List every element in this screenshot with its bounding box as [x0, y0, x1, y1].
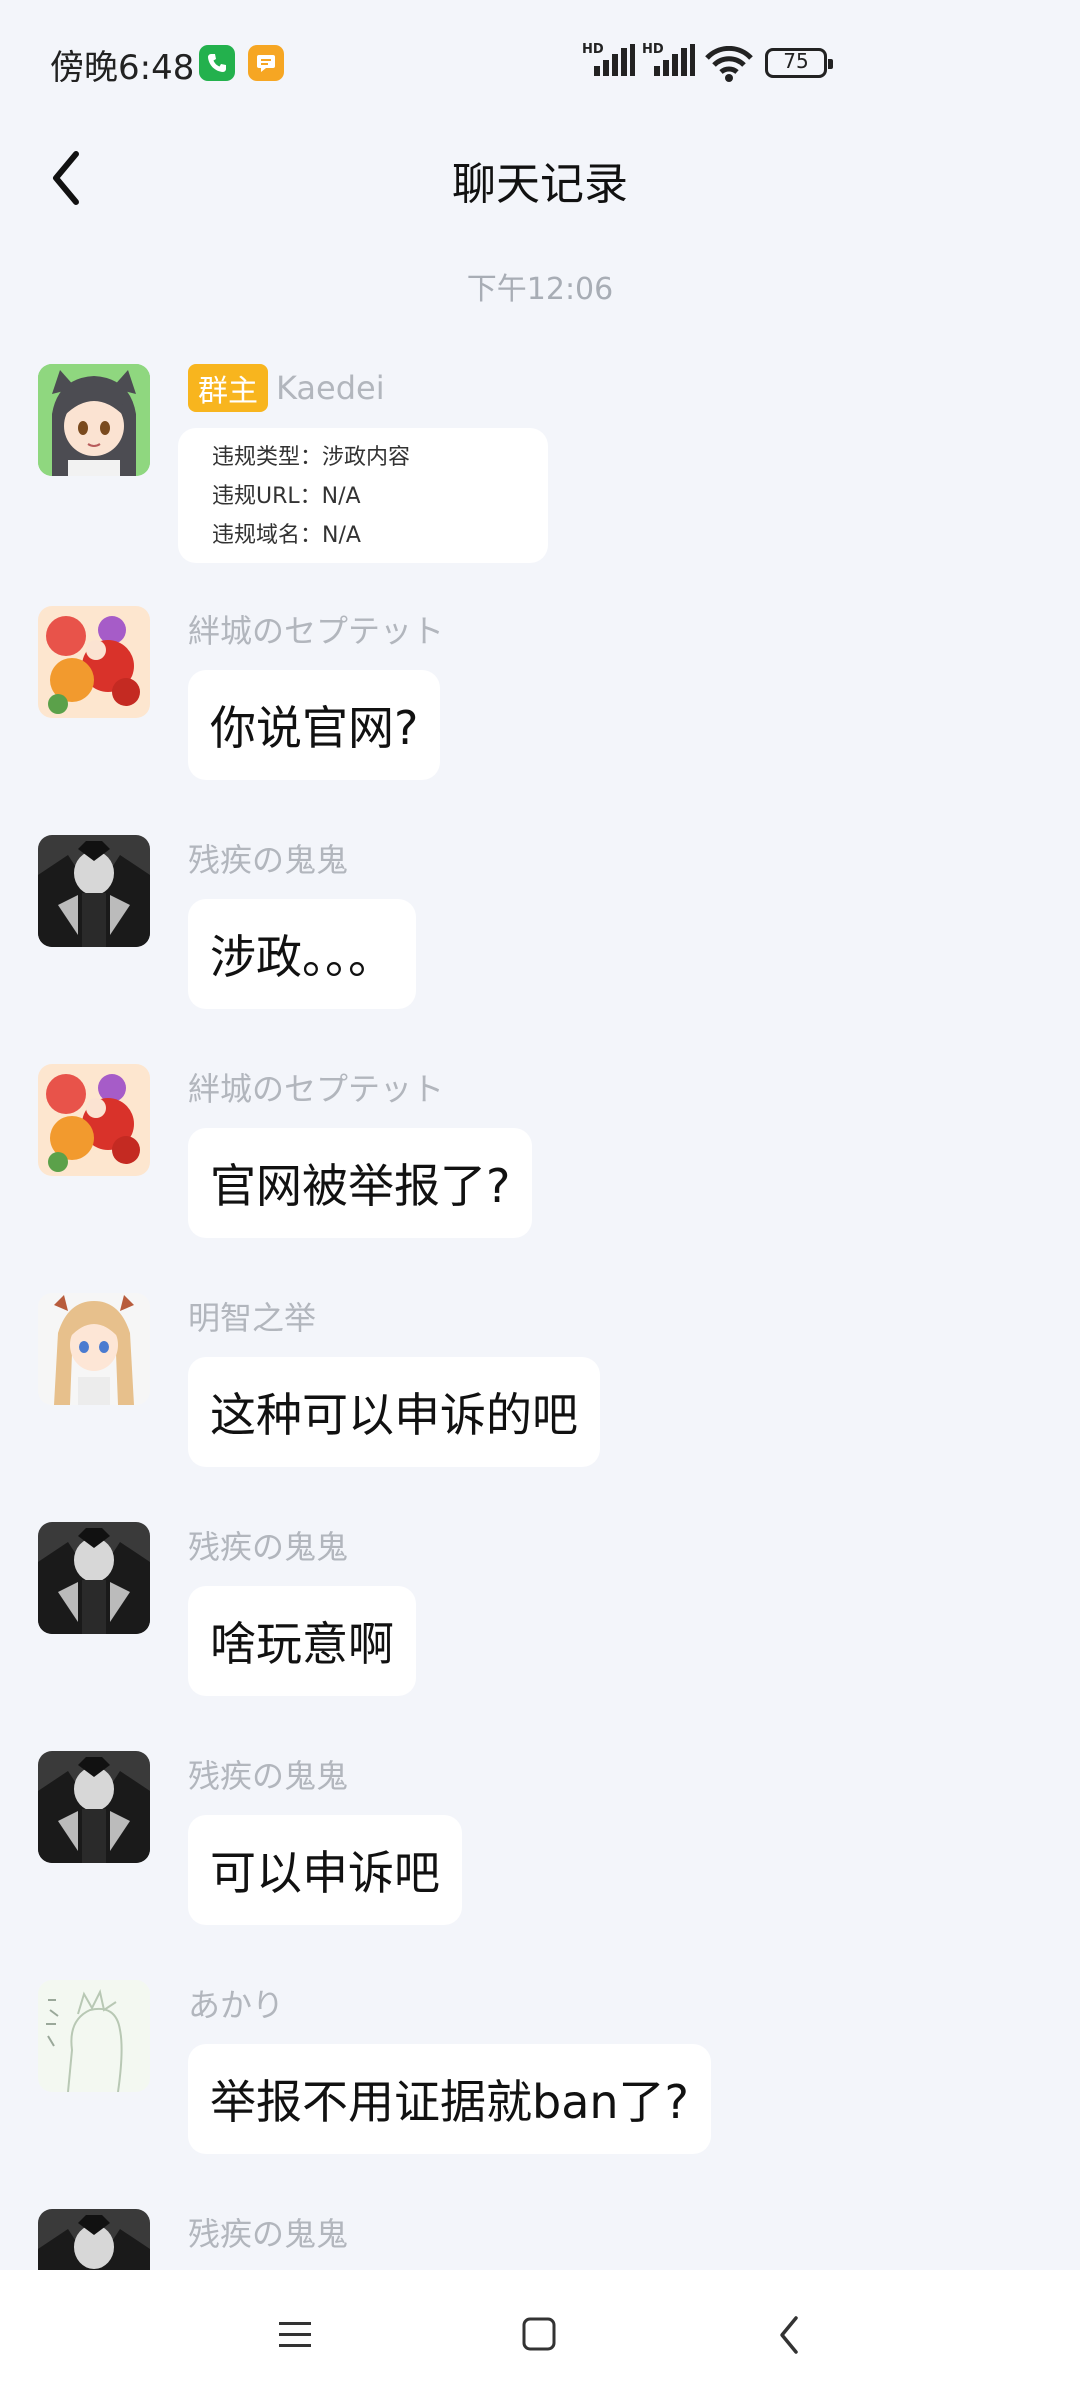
time-divider: 下午12:06 — [466, 272, 614, 307]
sender-name: 群主 Kaedei — [188, 364, 385, 412]
recent-apps-button[interactable] — [265, 2310, 325, 2360]
avatar[interactable] — [38, 2209, 150, 2270]
sender-name: 残疾の鬼鬼 — [188, 841, 349, 879]
sender-name: あかり — [188, 1986, 285, 2024]
sender-name: 残疾の鬼鬼 — [188, 1528, 349, 1566]
chat-history[interactable]: 下午12:06 群主 Kaedei 违规类型：涉政内容 违规URL：N/A 违规… — [0, 234, 1080, 2270]
message-bubble[interactable]: 官网被举报了? — [188, 1128, 533, 1238]
nav-back-button[interactable] — [760, 2310, 820, 2360]
phone-notification-icon — [199, 45, 235, 81]
back-icon — [780, 2316, 798, 2354]
sender-name: 絆城のセプテット — [188, 612, 445, 650]
menu-icon — [279, 2322, 311, 2347]
violation-card[interactable]: 违规类型：涉政内容 违规URL：N/A 违规域名：N/A — [178, 428, 548, 563]
avatar[interactable] — [38, 1980, 150, 2092]
owner-badge: 群主 — [188, 364, 268, 412]
avatar[interactable] — [38, 1064, 150, 1176]
header: 聊天记录 — [0, 128, 1080, 234]
status-time: 傍晚6:48 — [50, 48, 195, 88]
avatar[interactable] — [38, 1293, 150, 1405]
battery-icon: 75 — [765, 48, 833, 78]
avatar[interactable] — [38, 606, 150, 718]
page-title: 聊天记录 — [452, 159, 628, 210]
sender-name: 絆城のセプテット — [188, 1070, 445, 1108]
system-nav-bar — [0, 2270, 1080, 2400]
avatar[interactable] — [38, 1751, 150, 1863]
status-bar: 傍晚6:48 HD HD 75 — [0, 0, 1080, 128]
avatar[interactable] — [38, 364, 150, 476]
battery-level: 75 — [783, 49, 809, 73]
wifi-icon — [705, 46, 753, 82]
message-bubble[interactable]: 啥玩意啊 — [188, 1586, 416, 1696]
sender-name: 明智之举 — [188, 1299, 317, 1337]
violation-url: 违规URL：N/A — [212, 484, 361, 509]
violation-domain: 违规域名：N/A — [212, 523, 361, 548]
message-notification-icon — [248, 45, 284, 81]
message-bubble[interactable]: 这种可以申诉的吧 — [188, 1357, 600, 1467]
avatar[interactable] — [38, 835, 150, 947]
violation-type: 违规类型：涉政内容 — [212, 445, 411, 470]
message-bubble[interactable]: 举报不用证据就ban了? — [188, 2044, 711, 2154]
sender-name: 残疾の鬼鬼 — [188, 2215, 349, 2253]
message-bubble[interactable]: 你说官网? — [188, 670, 441, 780]
message-bubble[interactable]: 涉政。。。 — [188, 899, 416, 1009]
avatar[interactable] — [38, 1522, 150, 1634]
sender-name: 残疾の鬼鬼 — [188, 1757, 349, 1795]
message-bubble[interactable]: 可以申诉吧 — [188, 1815, 462, 1925]
home-icon — [522, 2317, 556, 2351]
home-button[interactable] — [509, 2310, 569, 2360]
